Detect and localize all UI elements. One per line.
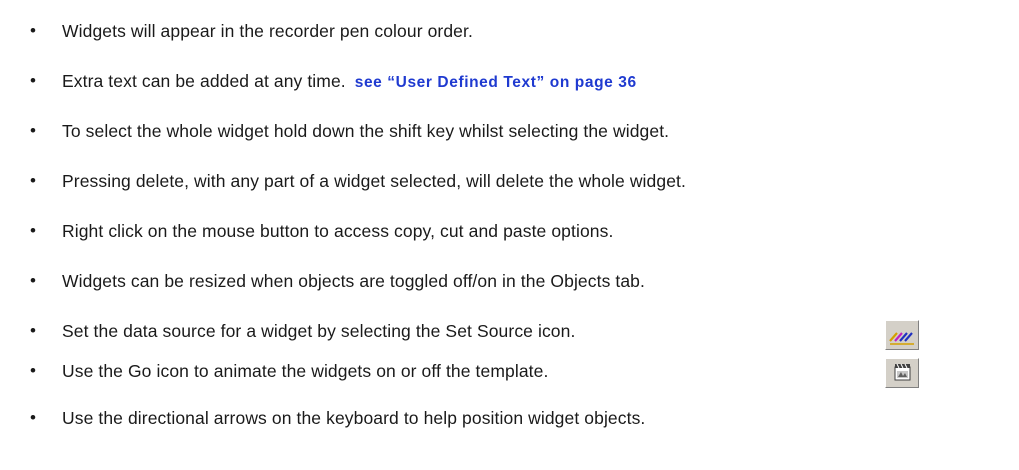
list-item: • Extra text can be added at any time. s… <box>0 66 1019 96</box>
list-item: • Widgets can be resized when objects ar… <box>0 266 1019 296</box>
list-item: • Pressing delete, with any part of a wi… <box>0 166 1019 196</box>
bullet-marker: • <box>30 361 36 380</box>
list-item: • Set the data source for a widget by se… <box>0 316 1019 346</box>
list-item-text: To select the whole widget hold down the… <box>62 121 670 141</box>
bullet-marker: • <box>30 221 36 240</box>
list-item: • To select the whole widget hold down t… <box>0 116 1019 146</box>
list-item-text: Use the directional arrows on the keyboa… <box>62 408 646 428</box>
bullet-list: • Widgets will appear in the recorder pe… <box>0 0 1019 470</box>
list-item: • Widgets will appear in the recorder pe… <box>0 16 1019 46</box>
list-item-text: Set the data source for a widget by sele… <box>62 321 576 341</box>
list-item-text: Widgets can be resized when objects are … <box>62 271 645 291</box>
list-item-text: Use the Go icon to animate the widgets o… <box>62 361 549 381</box>
list-item-text: Extra text can be added at any time. see… <box>62 66 637 98</box>
set-source-icon[interactable] <box>885 320 919 350</box>
list-item-text: Pressing delete, with any part of a widg… <box>62 171 686 191</box>
bullet-marker: • <box>30 71 36 90</box>
cross-reference-link[interactable]: see “User Defined Text” on page 36 <box>355 74 637 91</box>
list-item: • Right click on the mouse button to acc… <box>0 216 1019 246</box>
list-item: • Use the Go icon to animate the widgets… <box>0 356 1019 386</box>
bullet-marker: • <box>30 271 36 290</box>
list-item-text-main: Extra text can be added at any time. <box>62 71 346 91</box>
bullet-marker: • <box>30 408 36 427</box>
bullet-marker: • <box>30 171 36 190</box>
bullet-marker: • <box>30 21 36 40</box>
list-item-text: Widgets will appear in the recorder pen … <box>62 21 473 41</box>
bullet-marker: • <box>30 321 36 340</box>
list-item: • Use the directional arrows on the keyb… <box>0 403 1019 433</box>
bullet-marker: • <box>30 121 36 140</box>
go-icon[interactable] <box>885 358 919 388</box>
list-item-text: Right click on the mouse button to acces… <box>62 221 614 241</box>
